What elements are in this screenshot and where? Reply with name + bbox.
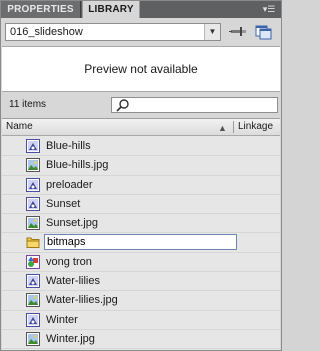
tab-properties[interactable]: PROPERTIES — [1, 1, 81, 18]
list-item[interactable]: Blue-hills — [2, 137, 280, 157]
movieclip-icon — [26, 274, 40, 289]
item-rows: Blue-hills Blue-hills.jpg preloader Sunset S… — [2, 137, 280, 350]
library-selector-row: 016_slideshow ▼ — [1, 18, 281, 46]
chevron-down-icon[interactable]: ▼ — [204, 24, 220, 40]
movieclip-icon — [26, 312, 40, 327]
bitmap-icon — [26, 331, 40, 346]
library-item-list: Name ▲ Linkage Blue-hills Blue-hills.jpg p… — [2, 118, 280, 350]
panel-menu-icon[interactable]: ▾☰ — [261, 2, 277, 16]
search-icon — [116, 99, 129, 112]
list-item-label: Winter — [46, 313, 78, 326]
search-input[interactable] — [132, 98, 276, 112]
list-item-label: Sunset.jpg — [46, 217, 98, 230]
new-library-panel-icon[interactable] — [255, 24, 273, 40]
list-item-label: Water-lilies.jpg — [46, 294, 118, 307]
list-item[interactable]: Water-lilies.jpg — [2, 291, 280, 311]
search-field[interactable] — [111, 97, 278, 113]
movieclip-icon — [26, 196, 40, 211]
list-item[interactable]: Sunset — [2, 195, 280, 215]
list-item-label: Blue-hills.jpg — [46, 159, 109, 172]
sort-ascending-icon[interactable]: ▲ — [218, 123, 227, 133]
list-item[interactable]: Blue-hills.jpg — [2, 156, 280, 176]
list-item[interactable]: Sunset.jpg — [2, 214, 280, 234]
bitmap-icon — [26, 158, 40, 173]
list-item[interactable]: Winter.jpg — [2, 330, 280, 350]
list-item-editing[interactable] — [2, 233, 280, 253]
column-header-linkage[interactable]: Linkage — [238, 121, 273, 132]
movieclip-icon — [26, 177, 40, 192]
list-item-label: Blue-hills — [46, 140, 91, 152]
library-panel: PROPERTIES LIBRARY ▾☰ 016_slideshow ▼ Pr… — [0, 0, 282, 351]
preview-message: Preview not available — [84, 62, 198, 76]
column-header-name[interactable]: Name — [6, 121, 33, 132]
pin-icon[interactable] — [229, 24, 247, 40]
library-dropdown[interactable]: 016_slideshow ▼ — [5, 23, 221, 41]
search-row: 11 items — [1, 93, 281, 117]
list-item-label: vong tron — [46, 255, 92, 268]
bitmap-icon — [26, 216, 40, 231]
list-item[interactable]: Winter — [2, 311, 280, 330]
item-count: 11 items — [9, 99, 47, 110]
column-divider[interactable] — [233, 121, 234, 133]
list-item[interactable]: vong tron — [2, 253, 280, 273]
graphic-icon — [26, 254, 40, 269]
bitmap-icon — [26, 293, 40, 308]
list-item-label: Water-lilies — [46, 275, 100, 288]
list-header: Name ▲ Linkage — [2, 119, 280, 136]
list-item[interactable]: Water-lilies — [2, 272, 280, 292]
preview-area: Preview not available — [2, 46, 280, 92]
tab-bar: PROPERTIES LIBRARY ▾☰ — [1, 1, 281, 18]
folder-icon — [26, 235, 40, 249]
rename-input[interactable] — [44, 234, 237, 251]
library-dropdown-value: 016_slideshow — [10, 26, 83, 38]
tab-library[interactable]: LIBRARY — [82, 1, 140, 18]
list-item-label: Winter.jpg — [46, 332, 95, 345]
list-item-label: preloader — [46, 178, 93, 191]
movieclip-icon — [26, 139, 40, 153]
list-item[interactable]: preloader — [2, 176, 280, 195]
list-item-label: Sunset — [46, 197, 81, 210]
